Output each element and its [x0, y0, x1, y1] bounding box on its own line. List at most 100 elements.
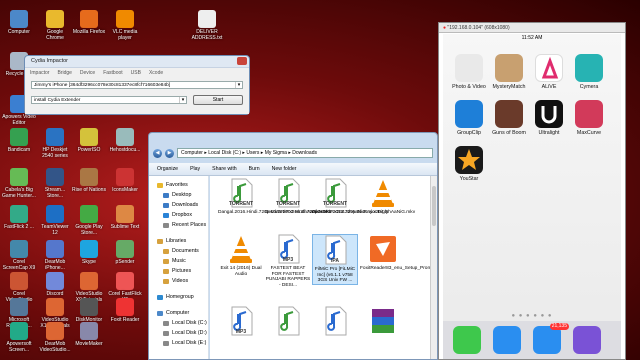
desktop-icon[interactable]: Apowersoft Screen...: [2, 322, 36, 353]
file-type-tag: IPA: [331, 257, 339, 264]
menu-fastboot[interactable]: Fastboot: [103, 70, 122, 76]
desktop-icon[interactable]: DearMob iPhone...: [38, 240, 72, 271]
nav-item-desktop[interactable]: Desktop: [149, 190, 208, 200]
desktop-icon[interactable]: PowerISO: [72, 128, 106, 153]
file-item[interactable]: MP3 FASTEST BEAT FOR FASTEST PUNJABI RAPP…: [265, 234, 311, 288]
file-item[interactable]: Digly: [360, 178, 406, 216]
nav-item-label: Recent Places: [172, 222, 207, 228]
menu-xcode[interactable]: Xcode: [149, 70, 163, 76]
file-item[interactable]: Exit 14 (2016) Dual Audio: [218, 234, 264, 277]
app-guns-of-boom[interactable]: Guns of Boom: [489, 100, 529, 136]
window-title-bar[interactable]: Cydia Impactor: [25, 56, 249, 67]
scrollbar-thumb[interactable]: [432, 186, 436, 226]
menu-device[interactable]: Device: [80, 70, 95, 76]
app-mysterymatch[interactable]: MysteryMatch: [489, 54, 529, 90]
file-item[interactable]: TORRENT Devdas.2002.Hindi.720p.HDRiP.x264…: [265, 178, 376, 216]
nav-item-computer[interactable]: Computer: [149, 308, 208, 318]
desktop-icon[interactable]: Computer: [2, 10, 36, 35]
vertical-scrollbar[interactable]: [430, 176, 437, 359]
app-cymera[interactable]: Cymera: [569, 54, 609, 90]
desktop-icon[interactable]: DearMob VideoStudio...: [38, 322, 72, 353]
app-icon: [575, 100, 603, 128]
file-item[interactable]: [360, 306, 406, 338]
desktop-icon[interactable]: Sublime Text: [108, 205, 142, 230]
close-button[interactable]: [237, 57, 247, 65]
nav-item-recent-places[interactable]: Recent Places: [149, 220, 208, 230]
desktop-icon[interactable]: Foxit Reader: [108, 298, 142, 323]
desktop-icon[interactable]: VLC media player: [108, 10, 142, 41]
dock-mail-icon[interactable]: 21,135: [533, 323, 569, 354]
forward-button[interactable]: ▶: [165, 148, 174, 158]
desktop-icon[interactable]: Google Play Store...: [72, 205, 106, 236]
desktop-icon[interactable]: Corel ScreenCap X9: [2, 240, 36, 271]
device-select[interactable]: Jimmy's iPhone [364df3296cc078e30c81337e…: [31, 81, 243, 89]
nav-item-local-disk-d-[interactable]: Local Disk (D:): [149, 328, 208, 338]
nav-item-documents[interactable]: Documents: [149, 246, 208, 256]
desktop-icon[interactable]: Bandicam: [2, 128, 36, 153]
file-item[interactable]: [312, 306, 358, 338]
dock-phone-icon[interactable]: [453, 326, 481, 354]
app-ultralight[interactable]: Ultralight: [529, 100, 569, 136]
desktop-icon[interactable]: Google Chrome: [38, 10, 72, 41]
organize-button[interactable]: Organize: [157, 166, 178, 172]
play-button[interactable]: Play: [190, 166, 200, 172]
dock-safari-icon[interactable]: [493, 326, 521, 354]
app-photo-video[interactable]: Photo & Video: [449, 54, 489, 90]
desktop-icon[interactable]: TeamViewer 12: [38, 205, 72, 236]
breadcrumb-downloads[interactable]: Downloads: [292, 150, 317, 156]
desktop-icon[interactable]: Rise of Nations: [72, 168, 106, 193]
nav-item-local-disk-c-[interactable]: Local Disk (C:): [149, 318, 208, 328]
desktop-icon[interactable]: DiskMonitor: [72, 298, 106, 323]
start-button[interactable]: Start: [193, 95, 243, 105]
phone-window-title[interactable]: ● "192.168.0.104" (608x1080): [439, 23, 625, 33]
file-item[interactable]: FoxitReader83_enu_Setup_Prom: [360, 234, 431, 272]
breadcrumb-user[interactable]: My Sigma: [265, 150, 287, 156]
breadcrumb-local-disk[interactable]: Local Disk (C:): [208, 150, 241, 156]
desktop-icon[interactable]: Hehostdocu...: [108, 128, 142, 153]
file-item[interactable]: TORRENT Dhoom.3.2013.720p.BluRay.x264.ShA…: [312, 178, 415, 216]
desktop-icon[interactable]: IconsMaker: [108, 168, 142, 193]
desktop-icon[interactable]: Skype: [72, 240, 106, 265]
desktop-icon[interactable]: Stream... Store...: [38, 168, 72, 199]
desktop-icon[interactable]: HP Deskjet 2540 series: [38, 128, 72, 159]
desktop-icon[interactable]: Mozilla Firefox: [72, 10, 106, 35]
file-item[interactable]: MP3: [218, 306, 264, 338]
app-youstar[interactable]: YouStar: [449, 146, 489, 182]
desktop-icon[interactable]: DELIVER ADDRESS.txt: [190, 10, 224, 41]
nav-item-homegroup[interactable]: Homegroup: [149, 292, 208, 302]
back-button[interactable]: ◀: [153, 148, 162, 158]
nav-item-downloads[interactable]: Downloads: [149, 200, 208, 210]
burn-button[interactable]: Burn: [249, 166, 260, 172]
file-name: Digly: [377, 210, 389, 215]
nav-item-favorites[interactable]: Favorites: [149, 180, 208, 190]
desktop-icon[interactable]: FastFlick 2 ...: [2, 205, 36, 230]
app-groupclip[interactable]: GroupClip: [449, 100, 489, 136]
address-bar[interactable]: Computer ▸ Local Disk (C:) ▸ Users ▸ My …: [177, 148, 433, 158]
phone-home-screen: 11:52 AM ● ● ● ● ● ● 21,135 Photo & Vide…: [443, 34, 621, 359]
nav-item-local-disk-e-[interactable]: Local Disk (E:): [149, 338, 208, 348]
menu-usb[interactable]: USB: [131, 70, 141, 76]
nav-item-dropbox[interactable]: Dropbox: [149, 210, 208, 220]
breadcrumb-computer[interactable]: Computer: [181, 150, 203, 156]
new-folder-button[interactable]: New folder: [272, 166, 297, 172]
desktop-icon[interactable]: MovieMaker: [72, 322, 106, 347]
app-alive[interactable]: ALiVE: [529, 54, 569, 90]
desktop-icon[interactable]: Discord: [38, 272, 72, 297]
desktop-icon[interactable]: Cabela's Big Game Hunter...: [2, 168, 36, 199]
menu-impactor[interactable]: Impactor: [30, 70, 49, 76]
file-item[interactable]: IPA FilMiC Pro [FiLMiC Inc] (v6.1.1 v758 …: [312, 234, 358, 285]
nav-item-videos[interactable]: Videos: [149, 276, 208, 286]
breadcrumb-users[interactable]: Users: [246, 150, 259, 156]
dock-cash-icon[interactable]: [573, 326, 601, 354]
app-maxcurve[interactable]: MaxCurve: [569, 100, 609, 136]
menu-bridge[interactable]: Bridge: [57, 70, 71, 76]
action-select[interactable]: install Cydia Extender ▾: [31, 96, 187, 104]
nav-item-music[interactable]: Music: [149, 256, 208, 266]
nav-item-libraries[interactable]: Libraries: [149, 236, 208, 246]
file-item[interactable]: [265, 306, 311, 338]
share-with-button[interactable]: Share with: [212, 166, 237, 172]
desktop-icon[interactable]: pSender: [108, 240, 142, 265]
page-indicator: ● ● ● ● ● ●: [511, 313, 553, 319]
file-item[interactable]: TORRENT Dangal.2016.Hindi.720p.DVDRiP.x26…: [218, 178, 331, 216]
nav-item-pictures[interactable]: Pictures: [149, 266, 208, 276]
